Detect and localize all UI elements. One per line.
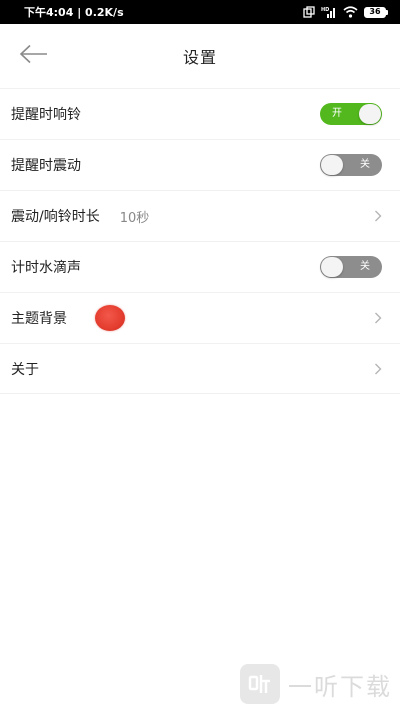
signal-icon: HD: [321, 6, 337, 18]
setting-label: 提醒时震动: [11, 158, 81, 174]
setting-about[interactable]: 关于: [0, 343, 400, 394]
setting-label: 震动/响铃时长: [11, 209, 100, 225]
network-label: HD: [321, 7, 329, 13]
setting-value: 10秒: [119, 210, 150, 226]
toggle-text: 关: [360, 261, 370, 272]
timer-water-sound-toggle[interactable]: 关: [320, 256, 382, 278]
watermark-logo-icon: [240, 664, 280, 704]
setting-label: 计时水滴声: [11, 260, 81, 276]
watermark-text: 一听下载: [288, 672, 392, 701]
reminder-vibrate-toggle[interactable]: 关: [320, 154, 382, 176]
setting-reminder-vibrate[interactable]: 提醒时震动 关: [0, 139, 400, 190]
setting-vibrate-duration[interactable]: 震动/响铃时长 10秒: [0, 190, 400, 241]
setting-timer-water-sound[interactable]: 计时水滴声 关: [0, 241, 400, 292]
setting-theme-background[interactable]: 主题背景: [0, 292, 400, 343]
setting-label: 关于: [11, 361, 39, 378]
page-title: 设置: [182, 48, 217, 67]
screen-cast-icon: [303, 6, 315, 18]
watermark: 一听下载: [240, 664, 392, 704]
toggle-knob: [359, 104, 381, 124]
toggle-knob: [321, 257, 343, 277]
chevron-right-icon: [374, 210, 382, 222]
theme-color-swatch: [95, 305, 125, 331]
status-time-speed: 下午4:04 | 0.2K/s: [24, 6, 124, 19]
status-icons: HD 36: [303, 6, 388, 18]
toggle-knob: [321, 155, 343, 175]
arrow-left-icon: [19, 44, 49, 68]
back-button[interactable]: [16, 38, 52, 74]
setting-reminder-ring[interactable]: 提醒时响铃 开: [0, 88, 400, 139]
battery-icon: 36: [364, 6, 388, 18]
chevron-right-icon: [374, 363, 382, 375]
setting-label: 主题背景: [11, 311, 67, 327]
setting-label: 提醒时响铃: [11, 107, 81, 123]
header: 设置: [0, 24, 400, 88]
status-bar: 下午4:04 | 0.2K/s HD 36: [0, 0, 400, 24]
battery-level: 36: [364, 6, 386, 18]
toggle-text: 关: [360, 159, 370, 170]
reminder-ring-toggle[interactable]: 开: [320, 103, 382, 125]
toggle-text: 开: [332, 108, 342, 119]
wifi-icon: [343, 6, 358, 18]
settings-list: 提醒时响铃 开 提醒时震动 关 震动/响铃时长 10秒 计时水滴声 关 主题背景…: [0, 88, 400, 394]
chevron-right-icon: [374, 312, 382, 324]
